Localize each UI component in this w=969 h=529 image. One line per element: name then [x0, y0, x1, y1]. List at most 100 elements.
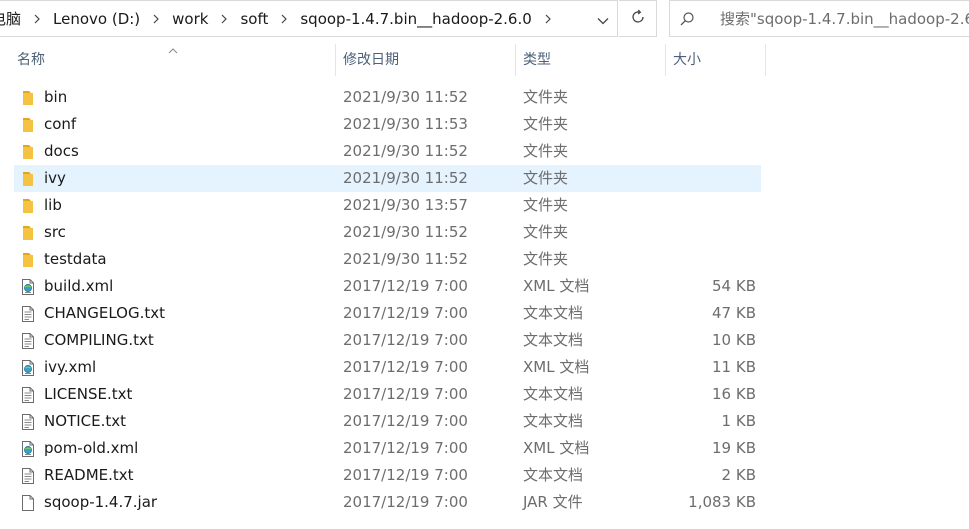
breadcrumb-work[interactable]: work	[169, 10, 211, 28]
file-size	[665, 246, 756, 273]
file-size	[665, 165, 756, 192]
address-bar[interactable]: 电脑 Lenovo (D:) work soft sqoop-1.4.7.bin…	[0, 0, 618, 37]
file-row-build-xml[interactable]: build.xml 2017/12/19 7:00 XML 文档 54 KB	[14, 273, 761, 300]
file-type: 文件夹	[523, 142, 569, 160]
address-history-dropdown[interactable]	[588, 1, 617, 36]
file-modified-date: 2017/12/19 7:00	[343, 385, 468, 403]
folder-icon	[17, 219, 39, 246]
file-row-testdata[interactable]: testdata 2021/9/30 11:52 文件夹	[14, 246, 761, 273]
text-file-icon	[17, 381, 39, 408]
file-size	[665, 192, 756, 219]
chevron-right-icon[interactable]	[219, 14, 229, 24]
file-type: 文件夹	[523, 196, 569, 214]
navigation-bar: 电脑 Lenovo (D:) work soft sqoop-1.4.7.bin…	[0, 0, 969, 37]
chevron-right-icon[interactable]	[543, 14, 553, 24]
file-row-license-txt[interactable]: LICENSE.txt 2017/12/19 7:00 文本文档 16 KB	[14, 381, 761, 408]
file-modified-date: 2017/12/19 7:00	[343, 439, 468, 457]
file-modified-date: 2017/12/19 7:00	[343, 304, 468, 322]
column-header-size[interactable]: 大小	[666, 44, 701, 76]
file-modified-date: 2021/9/30 13:57	[343, 196, 468, 214]
breadcrumb-soft[interactable]: soft	[237, 10, 271, 28]
file-name: lib	[44, 196, 62, 214]
file-type: 文件夹	[523, 88, 569, 106]
folder-icon	[17, 192, 39, 219]
column-divider[interactable]	[765, 44, 766, 76]
file-modified-date: 2017/12/19 7:00	[343, 277, 468, 295]
file-name: ivy.xml	[44, 358, 97, 376]
file-name: CHANGELOG.txt	[44, 304, 165, 322]
sort-ascending-icon	[168, 42, 178, 58]
file-type: XML 文档	[523, 439, 590, 457]
file-row-ivy[interactable]: ivy 2021/9/30 11:52 文件夹	[14, 165, 761, 192]
column-header-date[interactable]: 修改日期	[336, 44, 399, 76]
file-size: 47 KB	[712, 304, 756, 322]
file-size	[665, 111, 756, 138]
breadcrumb-this-pc[interactable]: 电脑	[0, 8, 24, 29]
text-file-icon	[17, 408, 39, 435]
file-name: sqoop-1.4.7.jar	[44, 493, 158, 511]
search-input[interactable]: 搜索"sqoop-1.4.7.bin__hadoop-2.6.0"	[704, 8, 969, 29]
file-row-sqoop-1-4-7-jar[interactable]: sqoop-1.4.7.jar 2017/12/19 7:00 JAR 文件 1…	[14, 489, 761, 516]
file-name: NOTICE.txt	[44, 412, 126, 430]
file-row-pom-old-xml[interactable]: pom-old.xml 2017/12/19 7:00 XML 文档 19 KB	[14, 435, 761, 462]
file-name: LICENSE.txt	[44, 385, 133, 403]
file-size: 11 KB	[712, 358, 756, 376]
refresh-icon	[630, 9, 646, 29]
file-row-readme-txt[interactable]: README.txt 2017/12/19 7:00 文本文档 2 KB	[14, 462, 761, 489]
refresh-button[interactable]	[619, 0, 657, 37]
chevron-right-icon[interactable]	[151, 14, 161, 24]
file-modified-date: 2021/9/30 11:53	[343, 115, 468, 133]
column-headers: 名称 修改日期 类型 大小	[0, 44, 969, 76]
breadcrumb-current-folder[interactable]: sqoop-1.4.7.bin__hadoop-2.6.0	[297, 10, 534, 28]
file-modified-date: 2017/12/19 7:00	[343, 493, 468, 511]
file-row-conf[interactable]: conf 2021/9/30 11:53 文件夹	[14, 111, 761, 138]
folder-icon	[17, 84, 39, 111]
folder-icon	[17, 246, 39, 273]
file-row-ivy-xml[interactable]: ivy.xml 2017/12/19 7:00 XML 文档 11 KB	[14, 354, 761, 381]
file-row-bin[interactable]: bin 2021/9/30 11:52 文件夹	[14, 84, 761, 111]
file-row-changelog-txt[interactable]: CHANGELOG.txt 2017/12/19 7:00 文本文档 47 KB	[14, 300, 761, 327]
text-file-icon	[17, 300, 39, 327]
column-header-name[interactable]: 名称	[10, 44, 45, 76]
file-modified-date: 2017/12/19 7:00	[343, 331, 468, 349]
file-type: 文本文档	[523, 412, 584, 430]
file-type: 文本文档	[523, 466, 584, 484]
search-box[interactable]: 搜索"sqoop-1.4.7.bin__hadoop-2.6.0"	[669, 0, 969, 37]
file-size	[665, 84, 756, 111]
file-size: 19 KB	[712, 439, 756, 457]
text-file-icon	[17, 327, 39, 354]
file-modified-date: 2021/9/30 11:52	[343, 88, 468, 106]
xml-file-icon	[17, 273, 39, 300]
breadcrumb-drive[interactable]: Lenovo (D:)	[50, 10, 143, 28]
file-row-notice-txt[interactable]: NOTICE.txt 2017/12/19 7:00 文本文档 1 KB	[14, 408, 761, 435]
file-row-src[interactable]: src 2021/9/30 11:52 文件夹	[14, 219, 761, 246]
file-modified-date: 2021/9/30 11:52	[343, 250, 468, 268]
file-modified-date: 2017/12/19 7:00	[343, 466, 468, 484]
xml-file-icon	[17, 435, 39, 462]
file-name: src	[44, 223, 66, 241]
file-size: 1 KB	[721, 412, 756, 430]
file-modified-date: 2021/9/30 11:52	[343, 169, 468, 187]
file-size: 1,083 KB	[688, 493, 756, 511]
file-name: bin	[44, 88, 68, 106]
file-row-compiling-txt[interactable]: COMPILING.txt 2017/12/19 7:00 文本文档 10 KB	[14, 327, 761, 354]
chevron-right-icon[interactable]	[32, 14, 42, 24]
file-name: conf	[44, 115, 77, 133]
file-size: 16 KB	[712, 385, 756, 403]
chevron-right-icon[interactable]	[279, 14, 289, 24]
file-row-docs[interactable]: docs 2021/9/30 11:52 文件夹	[14, 138, 761, 165]
column-header-type[interactable]: 类型	[516, 44, 551, 76]
file-size	[665, 138, 756, 165]
file-type: 文本文档	[523, 304, 584, 322]
file-name: testdata	[44, 250, 107, 268]
file-row-lib[interactable]: lib 2021/9/30 13:57 文件夹	[14, 192, 761, 219]
file-size	[665, 219, 756, 246]
file-type: 文件夹	[523, 250, 569, 268]
file-name: build.xml	[44, 277, 114, 295]
file-type: XML 文档	[523, 277, 590, 295]
file-type: 文本文档	[523, 331, 584, 349]
file-name: README.txt	[44, 466, 134, 484]
folder-icon	[17, 138, 39, 165]
file-name: docs	[44, 142, 79, 160]
file-size: 10 KB	[712, 331, 756, 349]
